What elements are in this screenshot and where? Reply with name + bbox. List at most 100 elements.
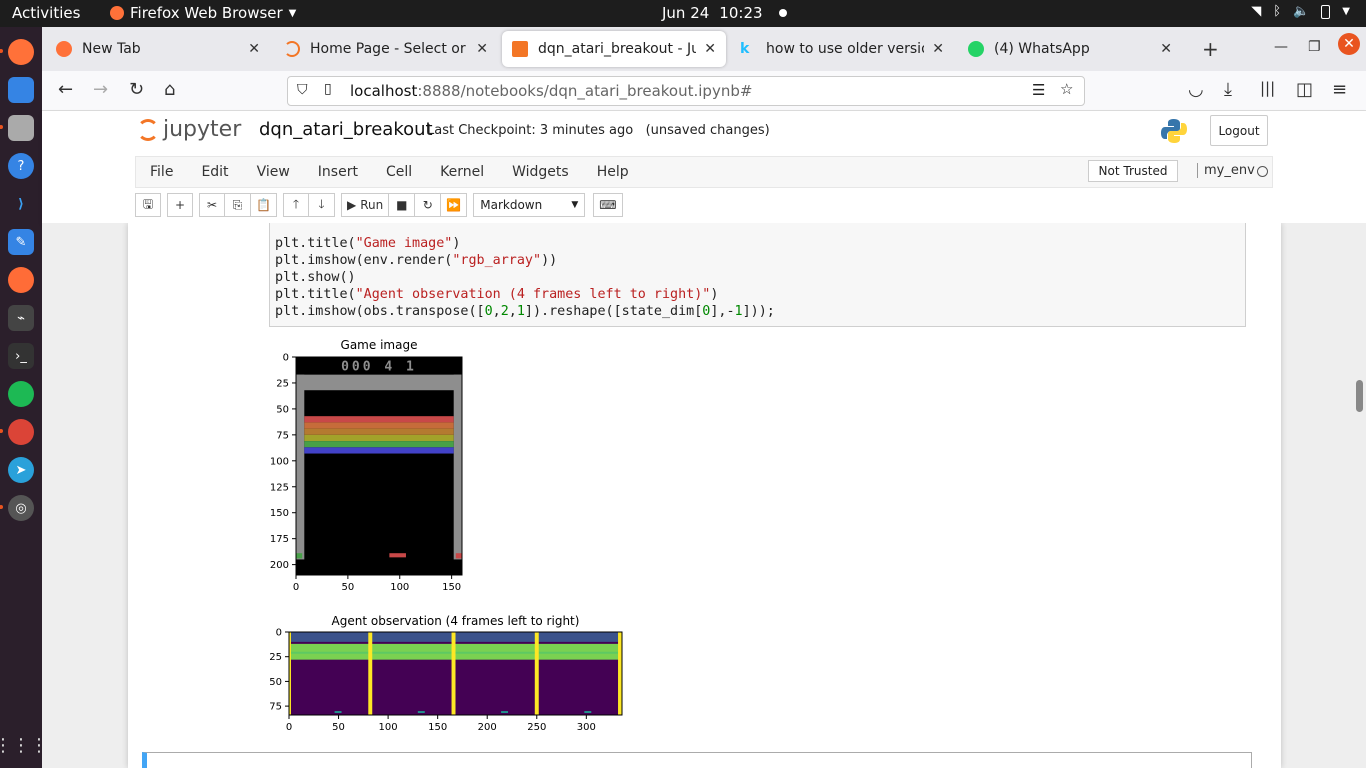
dock-files-icon[interactable] (0, 115, 34, 141)
x-tick-label: 150 (442, 582, 461, 593)
dock-vscode-icon[interactable]: ⟩ (8, 191, 34, 217)
command-palette-button[interactable]: ⌨ (593, 193, 623, 217)
scrollbar-thumb[interactable] (1356, 380, 1363, 412)
move-down-button[interactable]: 🡓 (309, 193, 335, 217)
system-tray[interactable]: ◥ ᛒ 🔈 ▼ (1251, 4, 1350, 19)
restart-button[interactable]: ↻ (415, 193, 442, 217)
close-window-button[interactable]: ✕ (1338, 33, 1360, 55)
hamburger-menu-icon[interactable]: ≡ (1332, 79, 1347, 100)
stop-icon: ■ (396, 198, 408, 212)
close-icon[interactable]: ✕ (476, 41, 488, 57)
url-bar[interactable]: ⛉ ▯ localhost:8888/notebooks/dqn_atari_b… (287, 76, 1085, 106)
dock-terminal-icon[interactable]: ›_ (8, 343, 34, 369)
interrupt-button[interactable]: ■ (389, 193, 416, 217)
dock-settings-icon[interactable]: ◎ (0, 495, 34, 521)
reload-button[interactable]: ↻ (129, 79, 144, 100)
tab-new-tab[interactable]: New Tab ✕ (46, 31, 270, 67)
dock-spotify-icon[interactable] (8, 381, 34, 407)
page-icon[interactable]: ▯ (324, 81, 332, 97)
library-icon[interactable]: ||| (1260, 79, 1275, 97)
activities-button[interactable]: Activities (12, 4, 80, 22)
download-icon[interactable]: ⤓ (1224, 79, 1232, 100)
code-line: plt.title("Game image") (275, 236, 461, 251)
menu-file[interactable]: File (150, 164, 173, 180)
run-label: Run (360, 198, 384, 212)
close-icon[interactable]: ✕ (248, 41, 260, 57)
date: Jun 24 (662, 4, 710, 22)
code-cell-input[interactable]: plt.title("Game image") plt.imshow(env.re… (269, 223, 1246, 327)
move-up-button[interactable]: 🡑 (283, 193, 309, 217)
url-text: localhost:8888/notebooks/dqn_atari_break… (350, 82, 752, 100)
notebook-icon (512, 41, 528, 57)
tab-label: New Tab (82, 41, 141, 57)
back-button[interactable]: ← (58, 79, 73, 100)
dock-postman-icon[interactable] (8, 267, 34, 293)
notebook-name[interactable]: dqn_atari_breakout (259, 119, 433, 140)
jupyter-logo[interactable]: jupyter (137, 117, 241, 142)
menu-edit[interactable]: Edit (201, 164, 228, 180)
close-icon[interactable]: ✕ (704, 41, 716, 57)
tab-label: how to use older version (766, 41, 925, 57)
dock-text-editor-icon[interactable]: ✎ (8, 229, 34, 255)
left-marker (296, 553, 303, 559)
agent-observation-plot: Agent observation (4 frames left to righ… (269, 614, 623, 733)
pocket-icon[interactable]: ◡ (1188, 79, 1204, 100)
menu-view[interactable]: View (257, 164, 290, 180)
unsaved-text: (unsaved changes) (645, 123, 770, 138)
tab-home-page[interactable]: Home Page - Select or create ✕ (274, 31, 498, 67)
menu-help[interactable]: Help (597, 164, 629, 180)
forward-button[interactable]: → (93, 79, 108, 100)
dock-telegram-icon[interactable]: ➤ (8, 457, 34, 483)
cut-button[interactable]: ✂ (199, 193, 225, 217)
dock-screenshot-icon[interactable] (8, 77, 34, 103)
menu-widgets[interactable]: Widgets (512, 164, 569, 180)
chevron-down-icon: ▼ (288, 7, 297, 19)
cell-type-select[interactable]: Markdown ▼ (473, 193, 586, 217)
home-button[interactable]: ⌂ (164, 79, 175, 100)
dock-help-icon[interactable]: ? (8, 153, 34, 179)
tab-kaggle[interactable]: k how to use older version ✕ (730, 31, 954, 67)
menu-insert[interactable]: Insert (318, 164, 358, 180)
dock-chrome-icon[interactable] (0, 419, 34, 445)
next-cell[interactable] (142, 752, 1252, 768)
paste-button[interactable]: 📋 (251, 193, 277, 217)
sidebar-icon[interactable]: ◫ (1296, 79, 1313, 100)
insert-cell-button[interactable]: + (167, 193, 193, 217)
minimize-button[interactable]: — (1274, 39, 1288, 55)
tab-whatsapp[interactable]: (4) WhatsApp ✕ (958, 31, 1182, 67)
x-tick-label: 300 (577, 722, 596, 733)
bookmark-star-icon[interactable]: ☆ (1060, 80, 1073, 98)
running-indicator (0, 125, 3, 129)
y-tick-label: 50 (269, 677, 282, 688)
restart-run-all-button[interactable]: ⏩ (441, 193, 468, 217)
firefox-icon (56, 41, 72, 57)
frame-wall (534, 632, 539, 715)
close-icon[interactable]: ✕ (932, 41, 944, 57)
time: 10:23 (719, 4, 763, 22)
clock[interactable]: Jun 24 10:23 (662, 4, 787, 22)
close-icon[interactable]: ✕ (1160, 41, 1172, 57)
new-tab-button[interactable]: + (1202, 37, 1219, 61)
logout-button[interactable]: Logout (1210, 115, 1268, 146)
frame-paddle (584, 711, 592, 714)
copy-button[interactable]: ⎘ (225, 193, 251, 217)
running-indicator (0, 49, 3, 53)
jupyter-header: jupyter dqn_atari_breakout Last Checkpoi… (42, 111, 1366, 223)
app-menu[interactable]: Firefox Web Browser ▼ (110, 4, 296, 22)
run-button[interactable]: ▶ Run (341, 193, 390, 217)
tab-dqn-notebook[interactable]: dqn_atari_breakout - Jup ✕ (502, 31, 726, 67)
menu-cell[interactable]: Cell (386, 164, 412, 180)
reader-view-icon[interactable]: ☰ (1032, 81, 1045, 99)
save-button[interactable]: 🖫 (135, 193, 161, 217)
show-apps-icon[interactable]: ⋮⋮⋮ (0, 735, 48, 756)
maximize-button[interactable]: ❐ (1308, 39, 1321, 55)
trust-status-button[interactable]: Not Trusted (1088, 160, 1178, 182)
firefox-icon (110, 6, 124, 20)
shield-icon[interactable]: ⛉ (297, 82, 308, 98)
y-tick-label: 75 (276, 430, 289, 441)
plot-title: Agent observation (4 frames left to righ… (332, 614, 580, 628)
menu-kernel[interactable]: Kernel (440, 164, 484, 180)
dock-firefox[interactable] (0, 39, 34, 65)
dock-system-monitor-icon[interactable]: ⌁ (8, 305, 34, 331)
y-tick-label: 0 (276, 628, 282, 639)
